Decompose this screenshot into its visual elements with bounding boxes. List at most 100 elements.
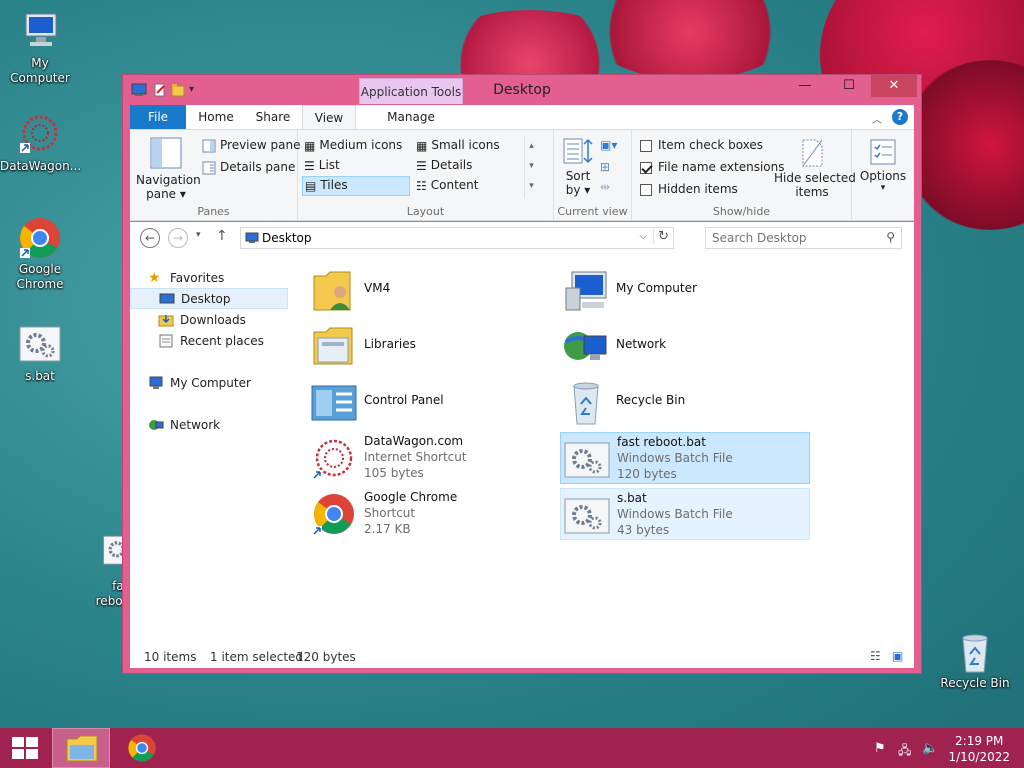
- tab-home[interactable]: Home: [190, 105, 242, 129]
- batch-file-icon: [564, 498, 610, 534]
- file-name: Network: [616, 337, 667, 351]
- control-panel-icon: [311, 385, 357, 421]
- layout-details[interactable]: ☰ Details: [416, 158, 472, 173]
- minimize-ribbon-icon[interactable]: ︿: [872, 111, 882, 126]
- layout-content[interactable]: ☷ Content: [416, 178, 479, 193]
- navigation-pane-button[interactable]: Navigation pane ▾: [136, 136, 201, 201]
- details-view-icon[interactable]: ☷: [870, 649, 881, 663]
- nav-favorites[interactable]: ★ Favorites: [130, 268, 288, 289]
- file-tile-recycle-bin[interactable]: Recycle Bin: [560, 376, 810, 428]
- file-tile-network[interactable]: Network: [560, 320, 810, 372]
- clock-time: 2:19 PM: [955, 734, 1004, 748]
- up-button[interactable]: ↑: [216, 228, 228, 244]
- maximize-button[interactable]: ☐: [827, 75, 871, 97]
- file-size: 2.17 KB: [364, 522, 411, 536]
- start-button[interactable]: [0, 728, 48, 768]
- search-icon[interactable]: ⚲: [886, 230, 895, 244]
- star-icon: ★: [148, 270, 161, 286]
- taskbar-google-chrome[interactable]: [114, 728, 172, 768]
- file-tile-datawagon[interactable]: DataWagon.com Internet Shortcut 105 byte…: [308, 432, 558, 484]
- item-check-boxes-checkbox[interactable]: [640, 139, 652, 152]
- status-bar: 10 items 1 item selected 120 bytes ☷ ▣: [130, 646, 914, 668]
- hidden-items-toggle[interactable]: Hidden items: [640, 182, 738, 196]
- recycle-bin-icon: [953, 630, 997, 674]
- tab-share[interactable]: Share: [248, 105, 298, 129]
- nav-desktop[interactable]: Desktop: [130, 288, 288, 309]
- search-field[interactable]: ⚲: [705, 227, 902, 249]
- sort-label: by: [565, 183, 581, 197]
- nav-recent-places[interactable]: Recent places: [130, 331, 288, 352]
- desktop-icon-recycle-bin[interactable]: Recycle Bin: [935, 630, 1015, 691]
- refresh-icon[interactable]: ↻: [653, 229, 669, 244]
- size-columns-icon[interactable]: ⇹: [600, 180, 610, 194]
- ribbon: Navigation pane ▾ Preview pane Details p…: [130, 129, 914, 221]
- preview-pane-button[interactable]: Preview pane: [202, 138, 300, 153]
- taskbar-file-explorer[interactable]: [52, 728, 110, 768]
- close-button[interactable]: ✕: [871, 75, 917, 97]
- minimize-button[interactable]: —: [783, 75, 827, 97]
- hidden-items-checkbox[interactable]: [640, 183, 652, 196]
- file-name: VM4: [364, 281, 391, 295]
- tab-file[interactable]: File: [130, 105, 186, 129]
- desktop-icon-fast-reboot-partial[interactable]: fas reboo: [70, 533, 137, 609]
- navigation-pane: ★ Favorites Desktop Downloads Recent pla…: [130, 256, 292, 646]
- desktop-icon-my-computer[interactable]: My Computer: [0, 10, 80, 86]
- recent-places-icon: [159, 334, 173, 348]
- ribbon-tabs: File Home Share View Manage ︿ ?: [130, 105, 914, 129]
- file-tile-s-bat[interactable]: s.bat Windows Batch File 43 bytes: [560, 488, 810, 540]
- add-columns-icon[interactable]: ⊞: [600, 160, 610, 174]
- sort-label: Sort: [565, 169, 591, 183]
- layout-list[interactable]: ☰ List: [304, 158, 340, 173]
- action-center-flag-icon[interactable]: ⚑: [874, 741, 890, 756]
- address-field[interactable]: Desktop ⌵ ↻: [240, 227, 674, 249]
- nav-downloads[interactable]: Downloads: [130, 310, 288, 331]
- nav-label: My Computer: [170, 376, 251, 390]
- sort-by-button[interactable]: Sort by ▾: [560, 136, 596, 197]
- nav-my-computer[interactable]: My Computer: [130, 373, 288, 394]
- layout-scroll[interactable]: ▴ ▾ ▾: [524, 136, 538, 198]
- file-type: Shortcut: [364, 506, 416, 520]
- file-tile-control-panel[interactable]: Control Panel: [308, 376, 558, 428]
- file-name-extensions-checkbox[interactable]: [640, 161, 652, 174]
- checkbox-label: File name extensions: [658, 160, 785, 174]
- desktop-icon-s-bat[interactable]: s.bat: [0, 323, 80, 384]
- chrome-icon: [312, 494, 354, 536]
- status-size: 120 bytes: [296, 650, 356, 664]
- tab-view[interactable]: View: [302, 105, 356, 129]
- file-tile-vm4[interactable]: VM4: [308, 264, 558, 316]
- item-check-boxes-toggle[interactable]: Item check boxes: [640, 138, 763, 152]
- desktop-icon-google-chrome[interactable]: Google Chrome: [0, 216, 80, 292]
- layout-small-icons[interactable]: ▦ Small icons: [416, 138, 500, 153]
- file-tile-google-chrome[interactable]: Google Chrome Shortcut 2.17 KB: [308, 488, 558, 540]
- file-name: Control Panel: [364, 393, 444, 407]
- layout-medium-icons[interactable]: ▦ Medium icons: [304, 138, 402, 153]
- network-tray-icon[interactable]: 🖧: [898, 741, 914, 757]
- file-tile-my-computer[interactable]: My Computer: [560, 264, 810, 316]
- tab-manage[interactable]: Manage: [360, 105, 462, 129]
- layout-tiles[interactable]: ▤ Tiles: [302, 176, 410, 196]
- help-icon[interactable]: ?: [892, 109, 908, 125]
- hide-selected-label: Hide selected: [774, 171, 856, 185]
- file-tile-fast-reboot-bat[interactable]: fast reboot.bat Windows Batch File 120 b…: [560, 432, 810, 484]
- network-icon: [149, 420, 164, 430]
- options-button[interactable]: Options ▾: [858, 138, 908, 193]
- title-bar[interactable]: ▾ Application Tools Desktop — ☐ ✕: [123, 75, 921, 105]
- volume-muted-icon[interactable]: 🔈: [922, 741, 938, 756]
- address-dropdown-icon[interactable]: ⌵: [639, 231, 647, 242]
- file-name-extensions-toggle[interactable]: File name extensions: [640, 160, 785, 174]
- forward-button[interactable]: →: [168, 228, 188, 248]
- group-by-icon[interactable]: ▣▾: [600, 138, 617, 152]
- recent-locations-button[interactable]: ▾: [196, 230, 201, 240]
- back-button[interactable]: ←: [140, 228, 160, 248]
- large-icons-view-icon[interactable]: ▣: [892, 649, 903, 663]
- file-size: 120 bytes: [617, 467, 677, 481]
- desktop-icon-datawagon[interactable]: DataWagon...: [0, 113, 81, 174]
- system-clock[interactable]: 2:19 PM 1/10/2022: [948, 733, 1010, 765]
- navigation-pane-label: Navigation: [136, 173, 201, 187]
- ribbon-group-label: Layout: [406, 205, 445, 218]
- hide-selected-items-button[interactable]: Hide selected items: [774, 138, 856, 199]
- file-tile-libraries[interactable]: Libraries: [308, 320, 558, 372]
- details-pane-button[interactable]: Details pane: [202, 160, 295, 175]
- search-input[interactable]: [712, 231, 872, 245]
- nav-network[interactable]: Network: [130, 415, 288, 436]
